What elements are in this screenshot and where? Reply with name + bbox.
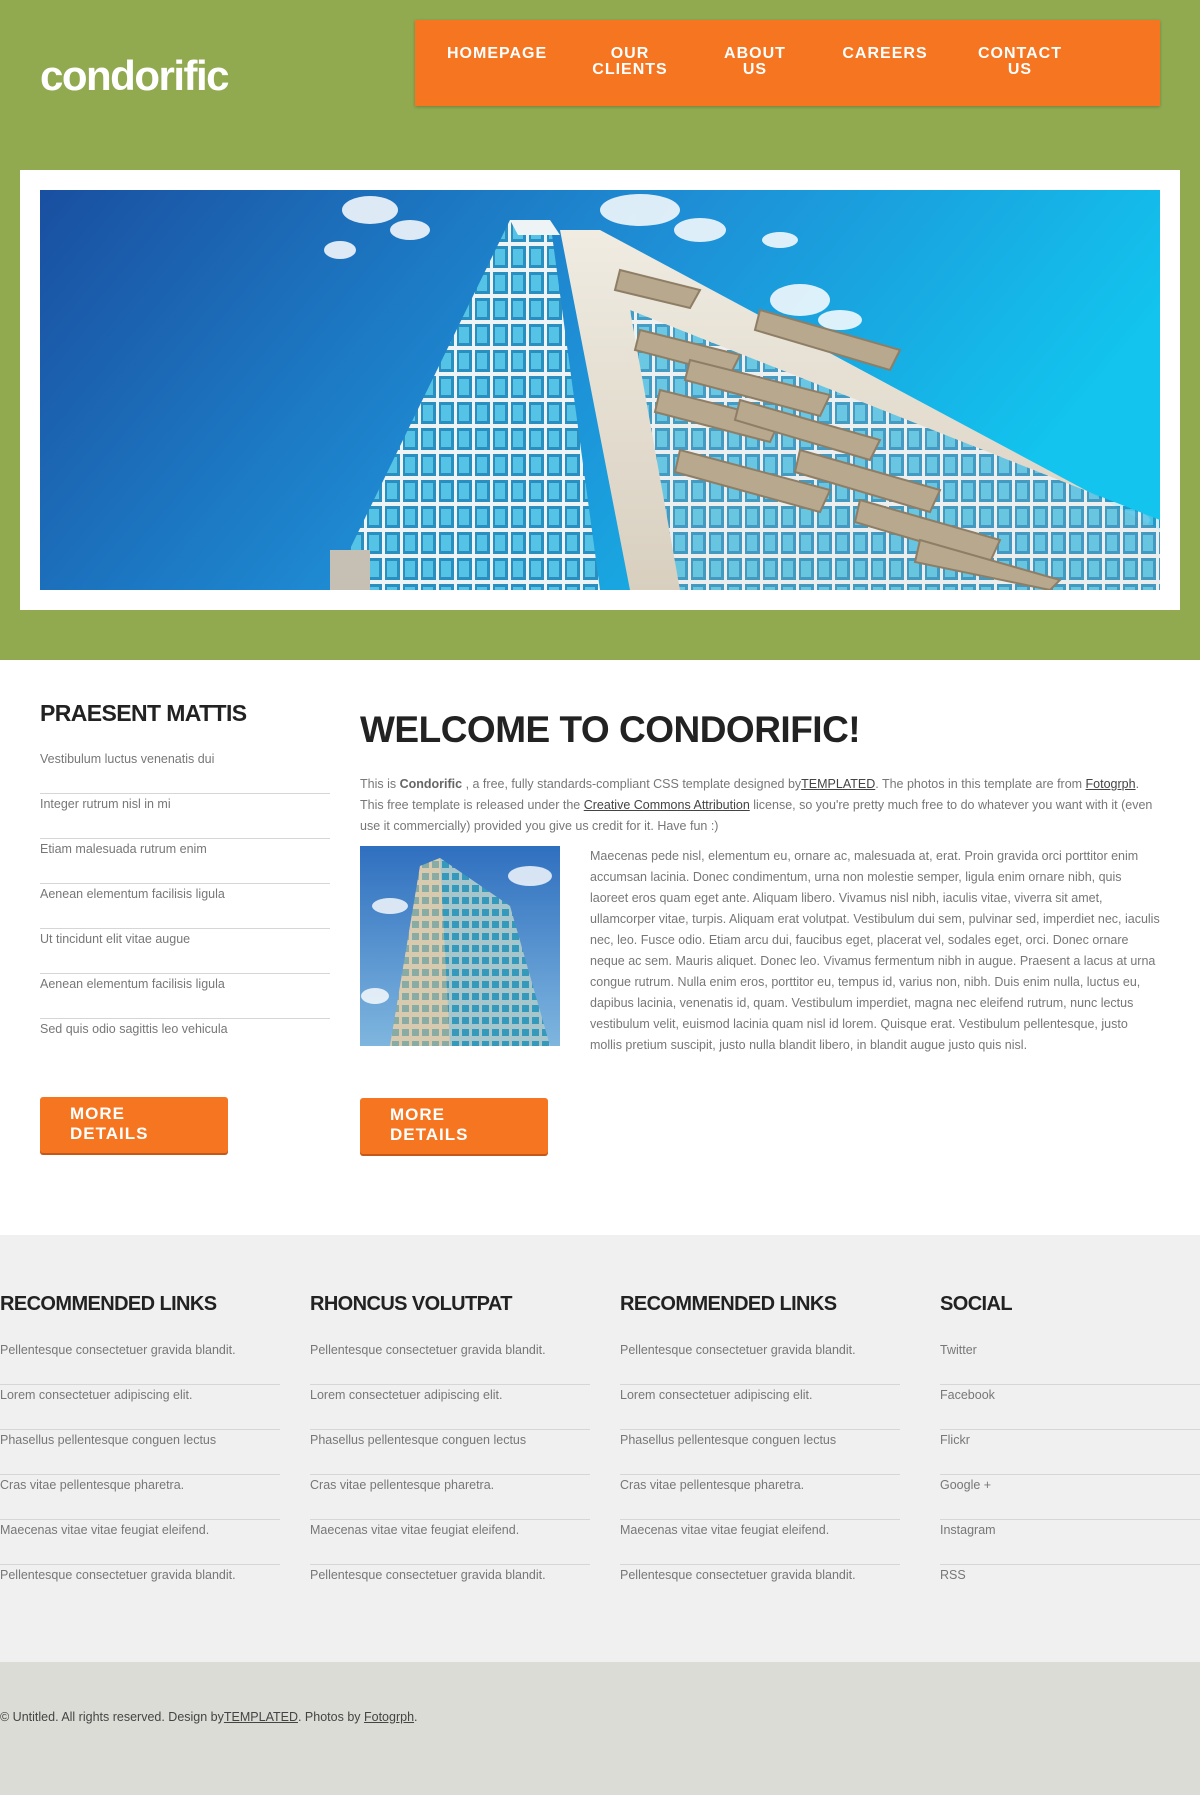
copyright-bar: © Untitled. All rights reserved. Design … — [0, 1662, 1200, 1795]
footer-link-list: Pellentesque consectetuer gravida blandi… — [0, 1340, 280, 1610]
nav-about-us-label-2: US — [742, 61, 768, 78]
main-content: WELCOME TO CONDORIFIC! This is Condorifi… — [360, 708, 1160, 1052]
copyright-text: © Untitled. All rights reserved. Design … — [0, 1710, 418, 1724]
nav-our-clients[interactable]: OUR CLIENTS — [585, 46, 675, 78]
building-photo-large — [40, 190, 1160, 590]
footer-link[interactable]: Cras vitae pellentesque pharetra. — [0, 1475, 280, 1520]
footer-column-rhoncus-volutpat: RHONCUS VOLUTPAT Pellentesque consectetu… — [310, 1293, 590, 1610]
footer-link[interactable]: Phasellus pellentesque conguen lectus — [0, 1430, 280, 1475]
social-link-google-plus[interactable]: Google + — [940, 1475, 1200, 1520]
footer-link[interactable]: Pellentesque consectetuer gravida blandi… — [0, 1565, 280, 1610]
nav-homepage[interactable]: HOMEPAGE — [447, 45, 548, 62]
social-link-rss[interactable]: RSS — [940, 1565, 1200, 1610]
intro-text: . The photos in this template are from — [875, 777, 1086, 791]
intro-text: , a free, fully standards-compliant CSS … — [462, 777, 802, 791]
footer-link-list: Pellentesque consectetuer gravida blandi… — [310, 1340, 590, 1610]
nav-about-us[interactable]: ABOUT US — [715, 46, 795, 78]
footer-link[interactable]: Pellentesque consectetuer gravida blandi… — [620, 1565, 900, 1610]
templated-link[interactable]: TEMPLATED — [801, 777, 875, 791]
social-link-facebook[interactable]: Facebook — [940, 1385, 1200, 1430]
social-link-twitter[interactable]: Twitter — [940, 1340, 1200, 1385]
footer-link[interactable]: Phasellus pellentesque conguen lectus — [620, 1430, 900, 1475]
sidebar-list: Vestibulum luctus venenatis dui Integer … — [40, 749, 330, 1064]
footer-link[interactable]: Lorem consectetuer adipiscing elit. — [620, 1385, 900, 1430]
nav-about-us-label-1: ABOUT — [724, 45, 786, 62]
main-more-details-button[interactable]: MORE DETAILS — [360, 1098, 548, 1154]
sidebar-title: PRAESENT MATTIS — [40, 700, 247, 726]
footer-link[interactable]: Maecenas vitae vitae feugiat eleifend. — [310, 1520, 590, 1565]
sidebar-item[interactable]: Aenean elementum facilisis ligula — [40, 884, 330, 929]
sidebar-item[interactable]: Aenean elementum facilisis ligula — [40, 974, 330, 1019]
sidebar-button-label-2: DETAILS — [70, 1124, 149, 1143]
intro-brand: Condorific — [399, 777, 463, 791]
creative-commons-link[interactable]: Creative Commons Attribution — [584, 798, 750, 812]
main-button-label-2: DETAILS — [390, 1125, 469, 1144]
copyright-part: . Photos by — [297, 1710, 364, 1724]
footer-column-title: SOCIAL — [940, 1293, 1013, 1315]
nav-contact-us-label-1: CONTACT — [977, 45, 1063, 62]
footer-link[interactable]: Pellentesque consectetuer gravida blandi… — [310, 1565, 590, 1610]
footer-column-social: SOCIAL Twitter Facebook Flickr Google + … — [940, 1293, 1200, 1610]
fotogrph-link[interactable]: Fotogrph — [1086, 777, 1136, 791]
nav-contact-us[interactable]: CONTACT US — [970, 46, 1070, 78]
main-button-label-1: MORE — [390, 1105, 445, 1124]
content-thumbnail — [360, 846, 560, 1046]
footer-column-title: RHONCUS VOLUTPAT — [310, 1293, 512, 1315]
intro-text: This is — [360, 777, 400, 791]
footer-link[interactable]: Pellentesque consectetuer gravida blandi… — [310, 1340, 590, 1385]
intro-paragraph: This is Condorific , a free, fully stand… — [360, 774, 1160, 837]
sidebar-button-label-1: MORE — [70, 1104, 125, 1123]
copyright-fotogrph-link[interactable]: Fotogrph — [364, 1710, 414, 1724]
footer-column-title: RECOMMENDED LINKS — [0, 1293, 217, 1315]
footer-column-recommended-links-2: RECOMMENDED LINKS Pellentesque consectet… — [620, 1293, 900, 1610]
sidebar-more-details-button[interactable]: MORE DETAILS — [40, 1097, 228, 1153]
content-body: Maecenas pede nisl, elementum eu, ornare… — [590, 849, 1160, 1052]
footer-link[interactable]: Phasellus pellentesque conguen lectus — [310, 1430, 590, 1475]
sidebar: PRAESENT MATTIS Vestibulum luctus venena… — [40, 700, 330, 1064]
sidebar-item[interactable]: Integer rutrum nisl in mi — [40, 794, 330, 839]
footer-link[interactable]: Pellentesque consectetuer gravida blandi… — [0, 1340, 280, 1385]
sidebar-item[interactable]: Sed quis odio sagittis leo vehicula — [40, 1019, 330, 1064]
page-title: WELCOME TO CONDORIFIC! — [360, 709, 861, 750]
sidebar-item[interactable]: Etiam malesuada rutrum enim — [40, 839, 330, 884]
footer-link[interactable]: Maecenas vitae vitae feugiat eleifend. — [0, 1520, 280, 1565]
sidebar-item[interactable]: Vestibulum luctus venenatis dui — [40, 749, 330, 794]
site-header: condorific HOMEPAGE OUR CLIENTS ABOUT US… — [0, 0, 1200, 660]
footer-column-title: RECOMMENDED LINKS — [620, 1293, 837, 1315]
main-nav: HOMEPAGE OUR CLIENTS ABOUT US CAREERS CO… — [415, 20, 1160, 106]
footer-link[interactable]: Pellentesque consectetuer gravida blandi… — [620, 1340, 900, 1385]
footer-link[interactable]: Cras vitae pellentesque pharetra. — [310, 1475, 590, 1520]
nav-contact-us-label-2: US — [1007, 61, 1033, 78]
banner-frame — [20, 170, 1180, 610]
site-logo[interactable]: condorific — [40, 52, 230, 100]
footer-column-recommended-links: RECOMMENDED LINKS Pellentesque consectet… — [0, 1293, 280, 1610]
social-link-list: Twitter Facebook Flickr Google + Instagr… — [940, 1340, 1200, 1610]
nav-our-clients-label-1: OUR — [610, 45, 650, 62]
social-link-instagram[interactable]: Instagram — [940, 1520, 1200, 1565]
building-photo-small — [360, 846, 560, 1046]
nav-careers-label: CAREERS — [842, 45, 928, 62]
nav-homepage-label: HOMEPAGE — [447, 45, 548, 62]
footer-link[interactable]: Lorem consectetuer adipiscing elit. — [0, 1385, 280, 1430]
copyright-part: . — [414, 1710, 418, 1724]
footer-link-list: Pellentesque consectetuer gravida blandi… — [620, 1340, 900, 1610]
footer-links-section: RECOMMENDED LINKS Pellentesque consectet… — [0, 1235, 1200, 1662]
nav-our-clients-label-2: CLIENTS — [592, 61, 668, 78]
banner-image — [40, 190, 1160, 590]
social-link-flickr[interactable]: Flickr — [940, 1430, 1200, 1475]
copyright-part: © Untitled. All rights reserved. Design … — [0, 1710, 224, 1724]
footer-link[interactable]: Lorem consectetuer adipiscing elit. — [310, 1385, 590, 1430]
footer-link[interactable]: Maecenas vitae vitae feugiat eleifend. — [620, 1520, 900, 1565]
nav-careers[interactable]: CAREERS — [835, 46, 935, 62]
sidebar-item[interactable]: Ut tincidunt elit vitae augue — [40, 929, 330, 974]
copyright-templated-link[interactable]: TEMPLATED — [224, 1710, 298, 1724]
footer-link[interactable]: Cras vitae pellentesque pharetra. — [620, 1475, 900, 1520]
